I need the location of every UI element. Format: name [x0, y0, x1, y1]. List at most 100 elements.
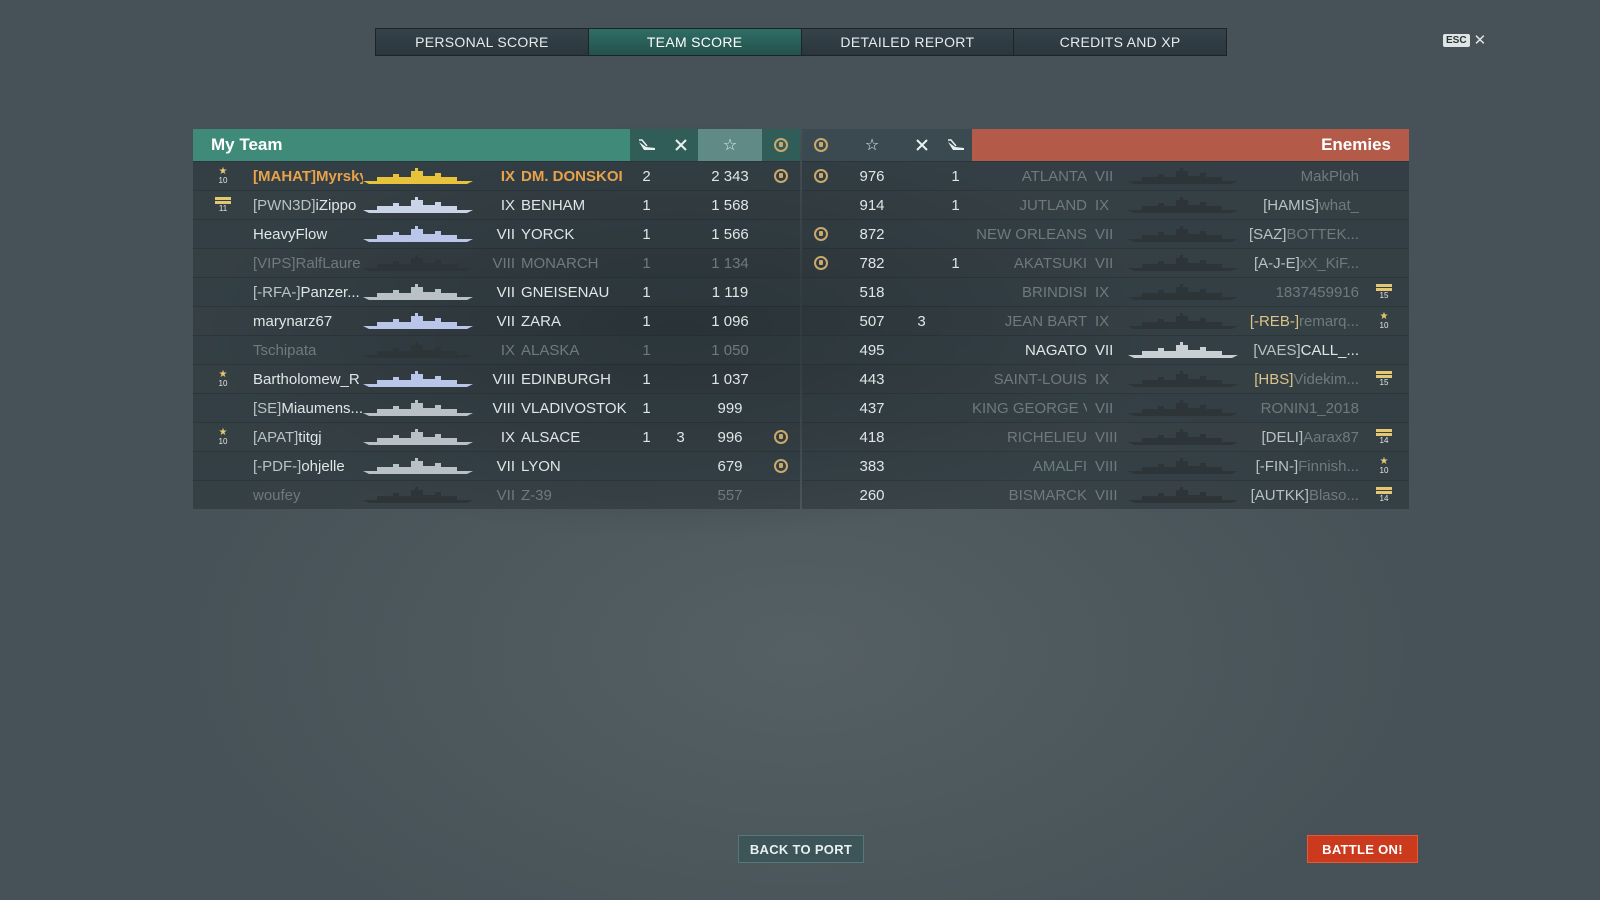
ship-tier: IX: [1095, 196, 1110, 214]
rank-badge: 15: [1359, 371, 1409, 387]
player-row[interactable]: 11 [PWN3D]iZippo IX BENHAM 1 1 568: [193, 190, 800, 219]
ship-name: KING GEORGE V: [972, 399, 1087, 417]
esc-close-button[interactable]: ESC ✕: [1443, 31, 1486, 49]
player-row[interactable]: ★ 10 [APAT]titgj IX ALSACE 1 3 996: [193, 422, 800, 451]
player-name[interactable]: [PWN3D]iZippo: [253, 197, 363, 214]
player-row[interactable]: Tschipata IX ALASKA 1 1 050: [193, 335, 800, 364]
crossed-swords-icon[interactable]: [663, 129, 698, 161]
player-name[interactable]: [MAHAT]Myrsky: [253, 168, 363, 185]
player-name[interactable]: [APAT]titgj: [253, 429, 363, 446]
planes-value: 1: [951, 196, 960, 214]
enemy-row[interactable]: 914 1 JUTLAND IX [HAMIS]what_: [802, 190, 1409, 219]
tab-personal-score[interactable]: PERSONAL SCORE: [376, 29, 589, 55]
enemy-row[interactable]: 518 BRINDISI IX 1837459916 15: [802, 277, 1409, 306]
enemy-row[interactable]: 782 1 AKATSUKI VII [A-J-E]xX_KiF...: [802, 248, 1409, 277]
rank-badge: 15: [1359, 284, 1409, 300]
player-row[interactable]: [-PDF-]ohjelle VII LYON 679: [193, 451, 800, 480]
player-name[interactable]: Bartholomew_R: [253, 371, 363, 388]
ship-image: [1119, 278, 1246, 307]
tab-detailed-report[interactable]: DETAILED REPORT: [801, 29, 1015, 55]
tab-team-score[interactable]: TEAM SCORE: [588, 29, 802, 55]
ship-image: [363, 278, 491, 307]
player-nickname: BOTTEK...: [1286, 225, 1359, 243]
player-name[interactable]: woufey: [253, 487, 363, 504]
enemy-row[interactable]: 495 NAGATO VII [VAES]CALL_...: [802, 335, 1409, 364]
score-value: 1 050: [711, 341, 749, 359]
player-nickname: iZippo: [315, 196, 357, 214]
star-icon: ★: [1379, 311, 1389, 322]
ship-tier: IX: [1095, 283, 1110, 301]
ship-silhouette-icon: [363, 313, 473, 329]
player-row[interactable]: woufey VII Z-39 557: [193, 480, 800, 509]
battle-on-button[interactable]: BATTLE ON!: [1307, 835, 1418, 863]
plane-icon[interactable]: [630, 129, 663, 161]
enemy-row[interactable]: 976 1 ATLANTA VII MakPloh: [802, 161, 1409, 190]
player-name[interactable]: [-PDF-]ohjelle: [253, 458, 363, 475]
player-name[interactable]: [-FIN-]Finnish...: [1246, 458, 1359, 475]
enemy-row[interactable]: 383 AMALFI VIII [-FIN-]Finnish... ★ 10: [802, 451, 1409, 480]
player-nickname: ohjelle: [301, 457, 345, 475]
player-name[interactable]: HeavyFlow: [253, 226, 363, 243]
player-name[interactable]: [HBS]Videkim...: [1246, 371, 1359, 388]
score-value: 872: [859, 225, 885, 243]
enemy-row[interactable]: 443 SAINT-LOUIS IX [HBS]Videkim... 15: [802, 364, 1409, 393]
player-name[interactable]: [DELI]Aarax87: [1246, 429, 1359, 446]
rank-bar-badge: 14: [1376, 487, 1392, 503]
player-row[interactable]: HeavyFlow VII YORCK 1 1 566: [193, 219, 800, 248]
rank-number: 15: [1379, 291, 1389, 300]
rank-stripe: [1376, 284, 1392, 287]
star-icon[interactable]: ☆: [698, 129, 762, 161]
ship-tier: VII: [1095, 341, 1114, 359]
star-icon: ★: [1379, 456, 1389, 467]
player-name[interactable]: [-REB-]remarq...: [1246, 313, 1359, 330]
player-name[interactable]: marynarz67: [253, 313, 363, 330]
ship-image: [363, 365, 491, 394]
player-row[interactable]: ★ 10 Bartholomew_R VIII EDINBURGH 1 1 037: [193, 364, 800, 393]
ship-tier: IX: [1095, 370, 1110, 388]
rank-badge: 14: [1359, 487, 1409, 503]
crossed-swords-icon[interactable]: [904, 129, 939, 161]
player-name[interactable]: [AUTKK]Blaso...: [1246, 487, 1359, 504]
tab-credits-and-xp[interactable]: CREDITS AND XP: [1014, 29, 1226, 55]
enemy-row[interactable]: 872 NEW ORLEANS VII [SAZ]BOTTEK...: [802, 219, 1409, 248]
ship-tier: IX: [500, 196, 515, 214]
ship-name: Z-39: [521, 486, 552, 504]
plane-icon[interactable]: [939, 129, 972, 161]
back-to-port-button[interactable]: BACK TO PORT: [738, 835, 864, 863]
medal-icon[interactable]: [802, 129, 840, 161]
score-value: 1 568: [711, 196, 749, 214]
player-row[interactable]: ★ 10 [MAHAT]Myrsky IX DM. DONSKOI 2 2 343: [193, 161, 800, 190]
player-name[interactable]: [VIPS]RalfLaure: [253, 255, 363, 272]
player-row[interactable]: [VIPS]RalfLaure VIII MONARCH 1 1 134: [193, 248, 800, 277]
star-icon[interactable]: ☆: [840, 129, 904, 161]
enemy-row[interactable]: 437 KING GEORGE V VII RONIN1_2018: [802, 393, 1409, 422]
enemy-row[interactable]: 507 3 JEAN BART IX [-REB-]remarq... ★ 10: [802, 306, 1409, 335]
player-row[interactable]: [-RFA-]Panzer... VII GNEISENAU 1 1 119: [193, 277, 800, 306]
player-name[interactable]: 1837459916: [1246, 284, 1359, 301]
player-name[interactable]: MakPloh: [1246, 168, 1359, 185]
enemy-row[interactable]: 260 BISMARCK VIII [AUTKK]Blaso... 14: [802, 480, 1409, 509]
enemies-rows: 976 1 ATLANTA VII MakPloh 914 1 JUTLAND IX [HAMIS…: [802, 161, 1409, 509]
player-name[interactable]: [A-J-E]xX_KiF...: [1246, 255, 1359, 272]
player-row[interactable]: [SE]Miaumens... VIII VLADIVOSTOK 1 999: [193, 393, 800, 422]
medal-icon: [774, 169, 788, 183]
player-name[interactable]: [HAMIS]what_: [1246, 197, 1359, 214]
ship-silhouette-icon: [1127, 197, 1238, 213]
clan-tag: [VAES]: [1253, 341, 1301, 359]
score-value: 782: [859, 254, 885, 272]
player-name[interactable]: [SE]Miaumens...: [253, 400, 363, 417]
ship-name: VLADIVOSTOK: [521, 399, 627, 417]
enemy-row[interactable]: 418 RICHELIEU VIII [DELI]Aarax87 14: [802, 422, 1409, 451]
player-name[interactable]: [VAES]CALL_...: [1246, 342, 1359, 359]
player-name[interactable]: [-RFA-]Panzer...: [253, 284, 363, 301]
player-name[interactable]: Tschipata: [253, 342, 363, 359]
medal-icon[interactable]: [762, 129, 800, 161]
player-name[interactable]: RONIN1_2018: [1246, 400, 1359, 417]
ship-name: AMALFI: [1032, 457, 1087, 475]
ship-silhouette-icon: [1127, 313, 1238, 329]
player-name[interactable]: [SAZ]BOTTEK...: [1246, 226, 1359, 243]
ship-silhouette-icon: [1127, 487, 1238, 503]
player-row[interactable]: marynarz67 VII ZARA 1 1 096: [193, 306, 800, 335]
ship-silhouette-icon: [363, 487, 473, 503]
rank-bar-badge: 15: [1376, 371, 1392, 387]
